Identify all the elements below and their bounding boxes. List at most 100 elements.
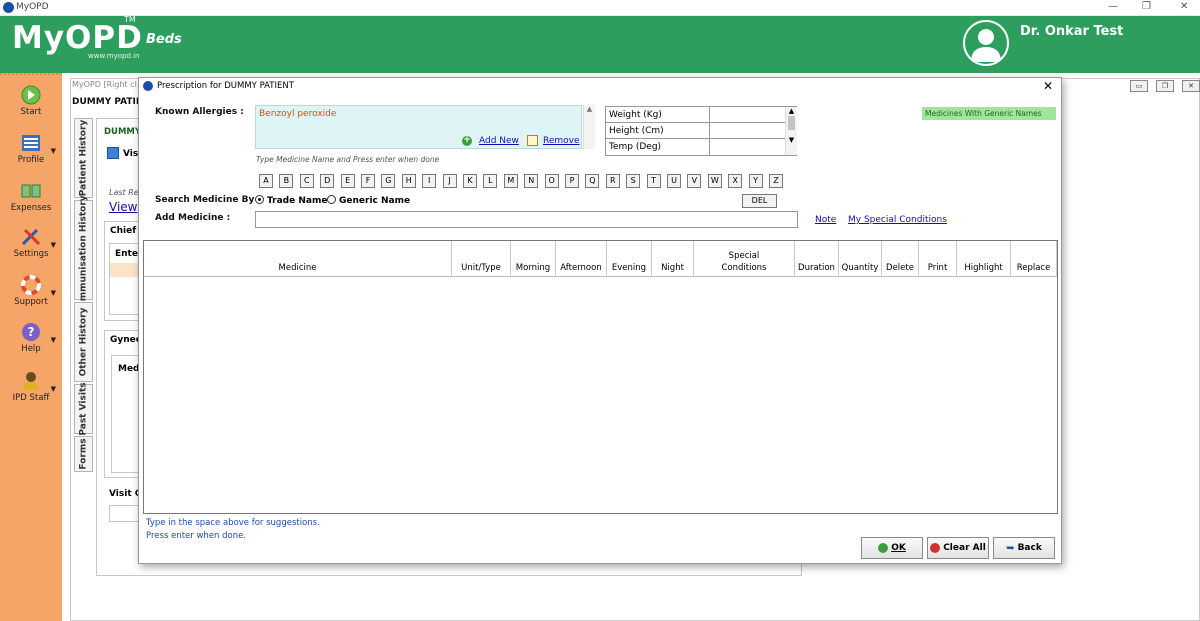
sidebar-item-support[interactable]: Support ▼: [0, 275, 62, 307]
letter-key-t[interactable]: T: [646, 174, 661, 188]
letter-key-p[interactable]: P: [565, 174, 579, 188]
height-input[interactable]: [709, 123, 785, 139]
letter-key-s[interactable]: S: [626, 174, 641, 188]
back-button[interactable]: ➥ Back: [993, 537, 1055, 559]
letter-key-n[interactable]: N: [524, 174, 539, 188]
chevron-down-icon: ▼: [50, 385, 56, 393]
chevron-down-icon: ▼: [50, 336, 56, 344]
allergy-hint: Type Medicine Name and Press enter when …: [256, 155, 440, 164]
column-header: Morning: [511, 241, 556, 277]
bg-view-link[interactable]: View: [109, 200, 137, 214]
close-icon[interactable]: ✕: [1043, 79, 1053, 93]
column-header: Special Conditions: [694, 241, 795, 277]
letter-key-k[interactable]: K: [463, 174, 477, 188]
minimize-button[interactable]: —: [1108, 1, 1118, 12]
tab-immunisation-history[interactable]: Immunisation History: [74, 195, 93, 305]
clear-icon: [930, 543, 941, 553]
letter-key-q[interactable]: Q: [585, 174, 600, 188]
bg-restore-button[interactable]: ❐: [1156, 80, 1174, 92]
special-conditions-link[interactable]: My Special Conditions: [848, 215, 947, 225]
column-header: Medicine: [144, 241, 452, 277]
tab-past-visits[interactable]: Past Visits: [74, 382, 93, 436]
back-arrow-icon: ➥: [1006, 542, 1015, 554]
sidebar-item-profile[interactable]: Profile ▼: [0, 133, 62, 165]
radio-trade-name[interactable]: Trade Name: [255, 195, 327, 206]
restore-button[interactable]: ❐: [1142, 1, 1151, 12]
letter-key-i[interactable]: I: [422, 174, 437, 188]
column-header: Evening: [607, 241, 652, 277]
bg-visit-input[interactable]: [109, 505, 140, 522]
letter-key-a[interactable]: A: [259, 174, 273, 188]
check-icon: [878, 543, 889, 553]
letter-key-u[interactable]: U: [667, 174, 681, 188]
sidebar-item-expenses[interactable]: Expenses: [0, 181, 62, 213]
allergy-scrollbar[interactable]: ▲: [583, 105, 595, 149]
bg-visit-c-label: Visit C: [109, 489, 142, 499]
letter-key-v[interactable]: V: [687, 174, 702, 188]
tab-forms[interactable]: Forms: [74, 436, 93, 472]
allergy-value: Benzoyl peroxide: [259, 109, 337, 119]
letter-key-c[interactable]: C: [299, 174, 314, 188]
tab-patient-history[interactable]: Patient History: [74, 118, 93, 198]
expenses-icon: [21, 184, 41, 198]
temp-input[interactable]: [709, 139, 785, 155]
letter-key-b[interactable]: B: [279, 174, 294, 188]
bg-patient-label: DUMMY: [104, 127, 142, 137]
column-header: Night: [652, 241, 694, 277]
note-link[interactable]: Note: [815, 215, 836, 225]
start-icon: [21, 85, 41, 105]
add-new-allergy-link[interactable]: Add New: [479, 136, 519, 146]
sidebar-item-label: Support: [14, 297, 48, 307]
del-key[interactable]: DEL: [742, 194, 777, 208]
vitals-scrollbar[interactable]: ▲ ▼: [785, 107, 797, 155]
logo-website: www.myopd.in: [88, 52, 140, 60]
bg-close-button[interactable]: ✕: [1182, 80, 1200, 92]
letter-key-g[interactable]: G: [381, 174, 396, 188]
radio-generic-name[interactable]: Generic Name: [327, 195, 410, 206]
letter-key-j[interactable]: J: [442, 174, 457, 188]
sidebar-item-label: Expenses: [10, 203, 52, 213]
sidebar-item-settings[interactable]: Settings ▼: [0, 227, 62, 259]
letter-key-x[interactable]: X: [728, 174, 743, 188]
sidebar-item-start[interactable]: Start: [0, 85, 62, 117]
letter-key-h[interactable]: H: [401, 174, 416, 188]
dialog-title: Prescription for DUMMY PATIENT: [157, 81, 294, 91]
letter-key-e[interactable]: E: [340, 174, 355, 188]
letter-key-f[interactable]: F: [361, 174, 375, 188]
sidebar-item-help[interactable]: ? Help ▼: [0, 322, 62, 354]
bg-last-label: Last Re: [109, 188, 139, 197]
module-name: Beds: [146, 32, 182, 47]
sidebar-item-ipd-staff[interactable]: IPD Staff ▼: [0, 371, 62, 403]
letter-key-o[interactable]: O: [544, 174, 559, 188]
known-allergies-label: Known Allergies :: [155, 107, 244, 117]
tab-other-history[interactable]: Other History: [74, 302, 93, 382]
help-icon: ?: [22, 323, 40, 341]
letter-key-w[interactable]: W: [707, 174, 722, 188]
letter-key-l[interactable]: L: [483, 174, 498, 188]
sidebar-item-label: Start: [20, 107, 42, 117]
weight-input[interactable]: [709, 107, 785, 123]
bg-minimize-button[interactable]: ▭: [1130, 80, 1148, 92]
letter-key-y[interactable]: Y: [748, 174, 763, 188]
clear-all-button[interactable]: Clear All: [927, 537, 989, 559]
add-medicine-input[interactable]: [255, 211, 798, 228]
close-window-button[interactable]: ✕: [1180, 1, 1188, 12]
chevron-down-icon: ▼: [50, 289, 56, 297]
user-avatar[interactable]: [963, 20, 1009, 66]
column-header: Duration: [795, 241, 839, 277]
calendar-icon: [107, 147, 119, 159]
letter-key-m[interactable]: M: [503, 174, 518, 188]
ipd-staff-icon: [23, 372, 39, 390]
column-header: Highlight: [957, 241, 1011, 277]
generic-names-toggle[interactable]: Medicines With Generic Names: [922, 107, 1056, 120]
ok-button[interactable]: OK: [861, 537, 923, 559]
letter-key-z[interactable]: Z: [769, 174, 783, 188]
vertical-tabs: Patient History Immunisation History Oth…: [74, 118, 94, 478]
chief-entry-row[interactable]: [110, 263, 140, 277]
column-header: Unit/Type: [452, 241, 511, 277]
letter-key-d[interactable]: D: [320, 174, 335, 188]
letter-key-r[interactable]: R: [605, 174, 620, 188]
sidebar-item-label: Settings: [13, 249, 49, 259]
column-header: Replace: [1011, 241, 1057, 277]
remove-allergy-link[interactable]: Remove: [543, 136, 580, 146]
